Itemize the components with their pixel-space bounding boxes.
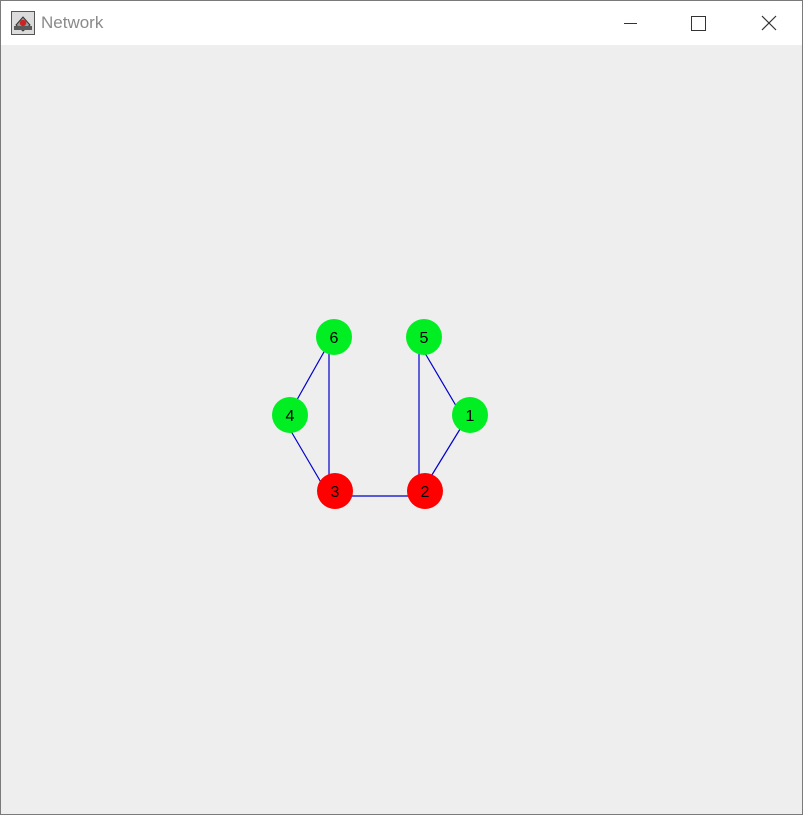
nodes-layer: 1 2 3 4 5 6 [272, 319, 488, 509]
java-cup-icon [11, 11, 35, 35]
network-canvas[interactable]: 1 2 3 4 5 6 [1, 45, 802, 814]
maximize-button[interactable] [676, 1, 722, 45]
network-window: Network 1 2 3 4 5 6 [0, 0, 803, 815]
network-graph: 1 2 3 4 5 6 [272, 319, 488, 509]
graph-node-label-4: 4 [286, 408, 295, 425]
graph-node-label-2: 2 [421, 484, 430, 501]
edges-layer [284, 342, 466, 497]
maximize-icon [691, 16, 706, 31]
window-title: Network [41, 13, 104, 32]
graph-node-label-6: 6 [330, 330, 339, 347]
graph-node-label-5: 5 [420, 330, 429, 347]
close-button[interactable] [746, 1, 792, 45]
close-icon [761, 15, 777, 31]
title-bar[interactable]: Network [1, 1, 802, 45]
graph-node-label-1: 1 [466, 408, 475, 425]
minimize-icon [624, 23, 637, 24]
graph-node-label-3: 3 [331, 484, 340, 501]
minimize-button[interactable] [607, 1, 653, 45]
